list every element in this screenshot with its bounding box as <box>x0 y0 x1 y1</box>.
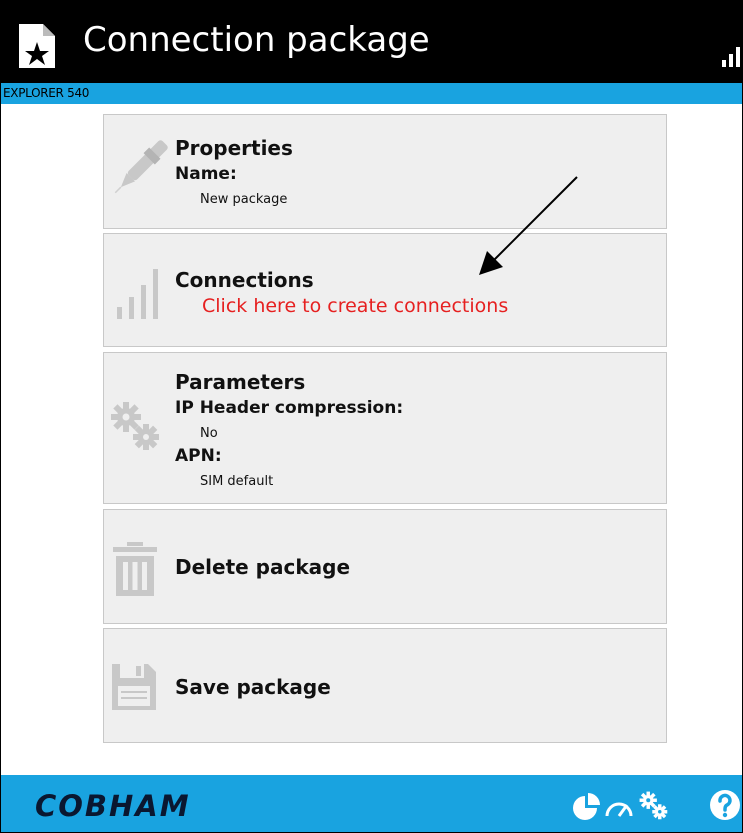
ip-header-compression-label: IP Header compression: <box>175 398 404 418</box>
device-bar: EXPLORER 540 <box>1 83 742 104</box>
properties-heading: Properties <box>175 136 293 160</box>
create-connections-link[interactable]: Click here to create connections <box>202 295 508 317</box>
apn-label: APN: <box>175 446 222 466</box>
trash-icon <box>113 542 157 596</box>
brand-logo: COBHAM <box>35 789 191 823</box>
parameters-card[interactable]: Parameters IP Header compression: No APN… <box>103 352 667 504</box>
save-package-button[interactable]: Save package <box>103 628 667 743</box>
footer-bar: COBHAM <box>1 775 742 832</box>
parameters-heading: Parameters <box>175 370 306 394</box>
save-package-label: Save package <box>175 675 331 699</box>
package-star-icon <box>19 24 55 68</box>
pie-chart-icon[interactable] <box>571 792 601 820</box>
pen-icon <box>114 140 168 194</box>
connections-heading: Connections <box>175 268 314 292</box>
help-icon[interactable] <box>709 789 741 821</box>
annotation-arrow-icon <box>479 176 578 275</box>
gears-icon <box>111 402 159 450</box>
settings-gears-icon[interactable] <box>638 791 670 821</box>
page-title: Connection package <box>83 20 430 60</box>
signal-strength-icon <box>722 47 740 67</box>
device-name: EXPLORER 540 <box>3 86 90 100</box>
signal-bars-icon <box>117 269 158 319</box>
title-bar: Connection package <box>1 1 742 83</box>
app-frame: Connection package EXPLORER 540 Properti… <box>0 0 743 833</box>
ip-header-compression-value: No <box>200 426 218 441</box>
name-value: New package <box>200 192 288 207</box>
floppy-disk-icon <box>112 664 156 710</box>
speedometer-icon[interactable] <box>604 796 634 818</box>
delete-package-label: Delete package <box>175 555 351 579</box>
apn-value: SIM default <box>200 474 274 489</box>
delete-package-button[interactable]: Delete package <box>103 509 667 624</box>
name-label: Name: <box>175 164 237 184</box>
